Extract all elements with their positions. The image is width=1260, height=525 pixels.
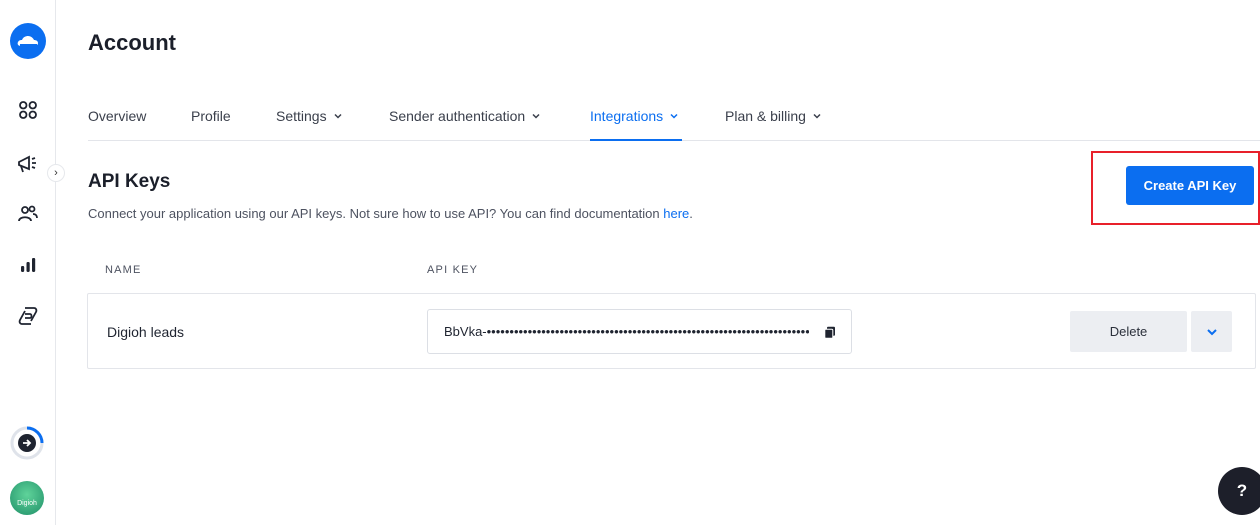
tab-profile[interactable]: Profile (191, 108, 231, 124)
copy-icon[interactable] (824, 326, 836, 339)
column-header-api-key: API KEY (427, 264, 479, 276)
avatar-label: Digioh (17, 500, 37, 507)
account-tabs: Overview Profile Settings Sender authent… (88, 100, 1260, 141)
brevo-logo-icon[interactable] (10, 23, 46, 59)
tab-overview[interactable]: Overview (88, 108, 146, 124)
delete-button[interactable]: Delete (1070, 311, 1187, 352)
api-keys-heading: API Keys (88, 171, 171, 192)
sidebar: › Digioh (0, 0, 65, 525)
chevron-down-icon (532, 113, 540, 119)
description-suffix: . (689, 206, 693, 221)
create-api-key-button[interactable]: Create API Key (1126, 166, 1254, 205)
tab-sender-authentication[interactable]: Sender authentication (389, 108, 541, 124)
api-key-name: Digioh leads (107, 324, 185, 340)
tab-label: Integrations (590, 108, 664, 124)
expand-sidebar-chevron-icon[interactable]: › (47, 164, 65, 182)
page-title: Account (88, 30, 176, 55)
tab-integrations[interactable]: Integrations (590, 108, 679, 124)
api-key-value: BbVka-••••••••••••••••••••••••••••••••••… (444, 324, 809, 339)
tab-label: Sender authentication (389, 108, 526, 124)
chevron-down-icon (1206, 328, 1217, 335)
tab-label: Profile (191, 108, 231, 124)
chevron-down-icon (813, 113, 821, 119)
megaphone-icon[interactable] (14, 150, 42, 178)
help-button[interactable]: ? (1218, 467, 1260, 515)
tab-plan-billing[interactable]: Plan & billing (725, 108, 822, 124)
description-text: Connect your application using our API k… (88, 206, 664, 221)
dashboard-grid-icon[interactable] (14, 96, 42, 124)
chevron-down-icon (670, 113, 678, 119)
onboarding-progress-icon[interactable] (9, 425, 45, 461)
tab-label: Overview (88, 108, 147, 124)
column-header-name: NAME (105, 264, 142, 276)
tab-settings[interactable]: Settings (276, 108, 343, 124)
api-key-field[interactable]: BbVka-••••••••••••••••••••••••••••••••••… (427, 309, 852, 354)
statistics-icon[interactable] (14, 251, 42, 279)
tab-label: Settings (276, 108, 327, 124)
chevron-down-icon (334, 113, 342, 119)
row-actions-dropdown-button[interactable] (1191, 311, 1232, 352)
active-tab-indicator (590, 139, 682, 141)
tab-label: Plan & billing (725, 108, 806, 124)
contacts-icon[interactable] (14, 200, 42, 228)
avatar[interactable]: Digioh (10, 481, 44, 515)
api-keys-description: Connect your application using our API k… (88, 206, 693, 221)
documentation-link[interactable]: here (663, 206, 689, 221)
table-row: Digioh leads BbVka-•••••••••••••••••••••… (87, 293, 1256, 369)
automation-icon[interactable] (14, 302, 42, 330)
